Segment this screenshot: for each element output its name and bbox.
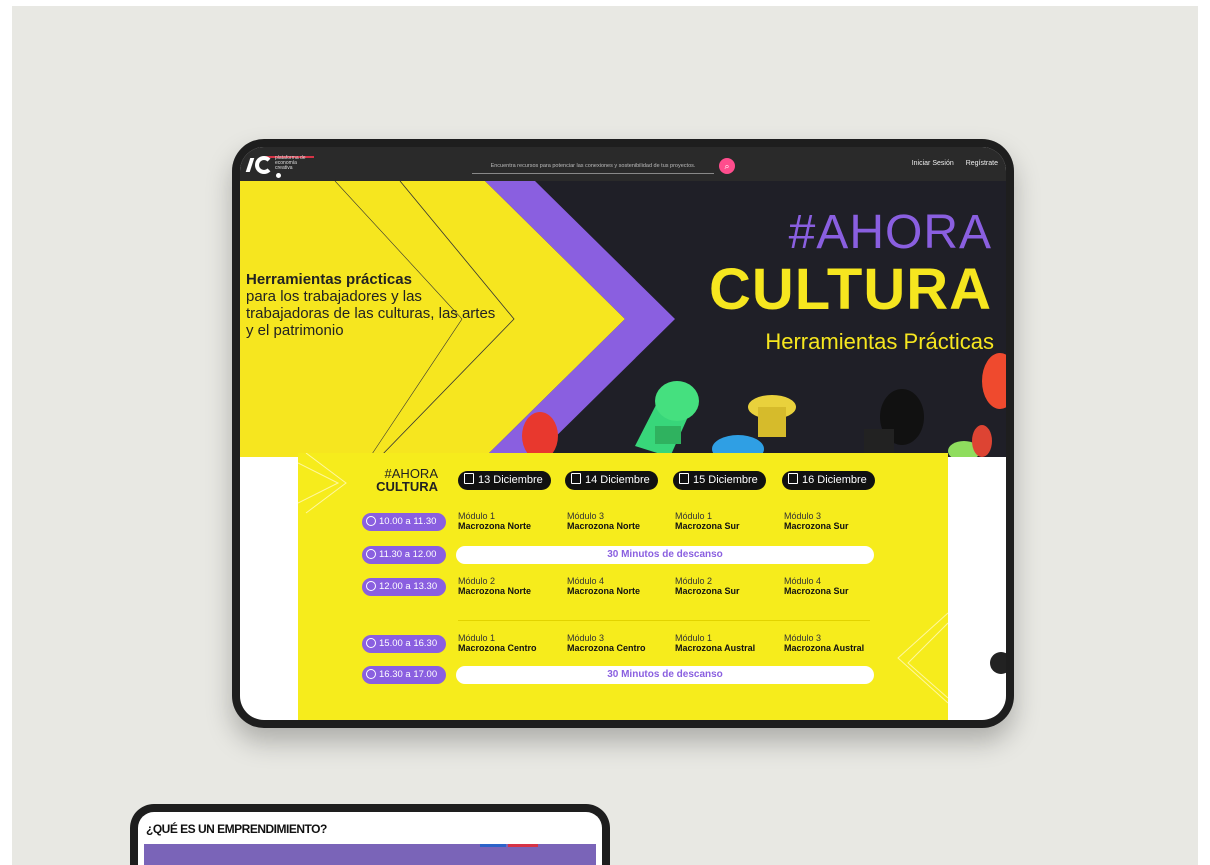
section-divider <box>458 620 870 621</box>
flag-stripe-blue <box>480 844 506 847</box>
module-label: Módulo 2 <box>458 576 496 586</box>
tablet-mockup-secondary: ¿QUÉ ES UN EMPRENDIMIENTO? <box>130 804 610 865</box>
calendar-icon <box>571 473 581 484</box>
zone-label: Macrozona Norte <box>458 521 532 531</box>
time-slot: 11.30 a 12.00 <box>362 546 446 564</box>
calendar-icon <box>788 473 798 484</box>
login-link[interactable]: Iniciar Sesión <box>912 160 954 167</box>
clock-icon <box>366 516 376 526</box>
time-slot: 15.00 a 16.30 <box>362 635 446 653</box>
tablet-mockup: plataforma de economía creativa Encuentr… <box>232 139 1014 728</box>
module-label: Módulo 1 <box>675 511 713 521</box>
logo-dot <box>276 173 281 178</box>
module-label: Módulo 4 <box>567 576 605 586</box>
module-label: Módulo 3 <box>567 511 605 521</box>
hero-subtitle: Herramientas Prácticas <box>765 329 994 354</box>
mockup-background: plataforma de economía creativa Encuentr… <box>12 6 1198 865</box>
time-slot: 10.00 a 11.30 <box>362 513 446 531</box>
clock-icon <box>366 549 376 559</box>
search-input[interactable]: Encuentra recursos para potenciar las co… <box>472 159 714 174</box>
module-label: Módulo 1 <box>675 633 713 643</box>
module-label: Módulo 3 <box>567 633 605 643</box>
time-label: 12.00 a 13.30 <box>379 581 438 592</box>
schedule-table: #AHORA CULTURA 13 Diciembre 14 Diciembre… <box>298 453 948 720</box>
section-heading: ¿QUÉ ES UN EMPRENDIMIENTO? <box>146 822 327 836</box>
module-label: Módulo 2 <box>675 576 713 586</box>
schedule-logo: #AHORA CULTURA <box>368 467 438 493</box>
clock-icon <box>366 669 376 679</box>
search-icon: ⌕ <box>724 161 730 171</box>
website-screen-secondary: ¿QUÉ ES UN EMPRENDIMIENTO? <box>138 812 602 865</box>
nav-links: Iniciar Sesión Regístrate <box>902 160 998 167</box>
session-cell: Módulo 3 Macrozona Austral <box>784 633 864 653</box>
day-header: 13 Diciembre <box>458 471 551 490</box>
day-label: 15 Diciembre <box>693 474 758 486</box>
module-label: Módulo 4 <box>784 576 822 586</box>
top-navbar: plataforma de economía creativa Encuentr… <box>240 147 1006 181</box>
session-cell: Módulo 3 Macrozona Centro <box>567 633 646 653</box>
time-label: 16.30 a 17.00 <box>379 669 438 680</box>
logo-c-mark <box>255 156 273 174</box>
break-bar: 30 Minutos de descanso <box>456 546 874 564</box>
zone-label: Macrozona Austral <box>675 643 756 653</box>
session-cell: Módulo 1 Macrozona Norte <box>458 511 531 531</box>
hero-title-hashtag: #AHORA <box>788 206 992 259</box>
zone-label: Macrozona Sur <box>675 586 740 596</box>
session-cell: Módulo 1 Macrozona Centro <box>458 633 537 653</box>
time-slot: 12.00 a 13.30 <box>362 578 446 596</box>
time-label: 10.00 a 11.30 <box>379 516 437 527</box>
zone-label: Macrozona Sur <box>784 521 849 531</box>
zone-label: Macrozona Austral <box>784 643 865 653</box>
day-header: 15 Diciembre <box>673 471 766 490</box>
session-cell: Módulo 2 Macrozona Sur <box>675 576 740 596</box>
zone-label: Macrozona Norte <box>458 586 532 596</box>
floating-action-button[interactable] <box>990 652 1006 674</box>
day-header: 14 Diciembre <box>565 471 658 490</box>
day-label: 14 Diciembre <box>585 474 650 486</box>
module-label: Módulo 1 <box>458 633 496 643</box>
hero-lead-text: para los trabajadores y las trabajadoras… <box>246 288 496 339</box>
zone-label: Macrozona Norte <box>567 586 641 596</box>
zone-label: Macrozona Sur <box>675 521 740 531</box>
module-label: Módulo 1 <box>458 511 496 521</box>
time-slot: 16.30 a 17.00 <box>362 666 446 684</box>
session-cell: Módulo 4 Macrozona Norte <box>567 576 640 596</box>
time-label: 15.00 a 16.30 <box>379 638 438 649</box>
logo-text: plataforma de economía creativa <box>275 155 306 171</box>
clock-icon <box>366 581 376 591</box>
clock-icon <box>366 638 376 648</box>
session-cell: Módulo 1 Macrozona Sur <box>675 511 740 531</box>
module-label: Módulo 3 <box>784 511 822 521</box>
logo-slash-mark <box>245 158 255 172</box>
hero-title-cultura: CULTURA <box>709 257 992 322</box>
zone-label: Macrozona Norte <box>567 521 641 531</box>
module-label: Módulo 3 <box>784 633 822 643</box>
session-cell: Módulo 1 Macrozona Austral <box>675 633 755 653</box>
search-button[interactable]: ⌕ <box>719 158 735 174</box>
zone-label: Macrozona Centro <box>567 643 646 653</box>
calendar-icon <box>679 473 689 484</box>
flag-stripe-red <box>508 844 538 847</box>
purple-panel <box>144 844 596 865</box>
session-cell: Módulo 3 Macrozona Norte <box>567 511 640 531</box>
hero-lead-bold: Herramientas prácticas <box>246 271 412 288</box>
day-label: 16 Diciembre <box>802 474 867 486</box>
session-cell: Módulo 3 Macrozona Sur <box>784 511 849 531</box>
register-link[interactable]: Regístrate <box>966 160 998 167</box>
calendar-icon <box>464 473 474 484</box>
schedule-logo-cultura: CULTURA <box>376 479 438 494</box>
hero-banner: Herramientas prácticas para los trabajad… <box>240 181 1006 457</box>
day-label: 13 Diciembre <box>478 474 543 486</box>
session-cell: Módulo 4 Macrozona Sur <box>784 576 849 596</box>
break-bar: 30 Minutos de descanso <box>456 666 874 684</box>
day-header: 16 Diciembre <box>782 471 875 490</box>
time-label: 11.30 a 12.00 <box>379 549 437 560</box>
session-cell: Módulo 2 Macrozona Norte <box>458 576 531 596</box>
website-screen: plataforma de economía creativa Encuentr… <box>240 147 1006 720</box>
zone-label: Macrozona Centro <box>458 643 537 653</box>
zone-label: Macrozona Sur <box>784 586 849 596</box>
hero-lead: Herramientas prácticas para los trabajad… <box>246 271 496 339</box>
